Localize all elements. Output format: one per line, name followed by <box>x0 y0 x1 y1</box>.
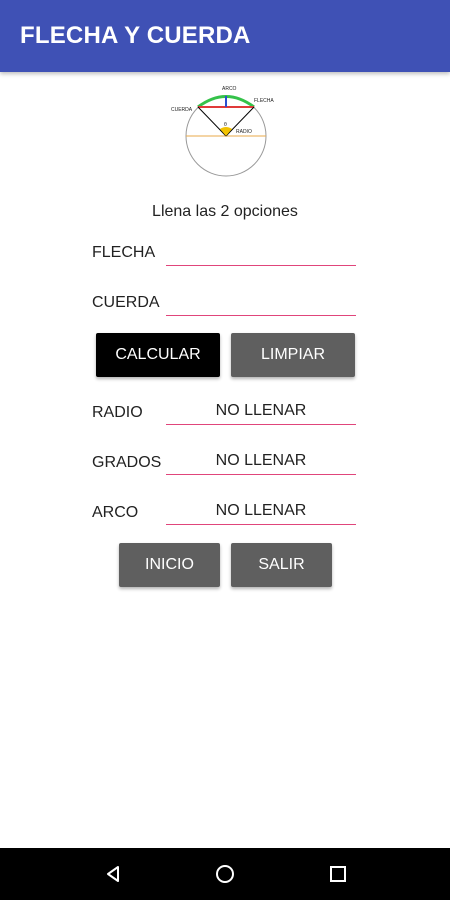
diagram-label-arco: ARCO <box>222 86 237 92</box>
limpiar-button[interactable]: LIMPIAR <box>231 333 355 377</box>
arc-chord-diagram: ARCO FLECHA CUERDA RADIO θ <box>171 86 274 177</box>
instruction-text: Llena las 2 opciones <box>152 203 298 220</box>
diagram-label-radio: RADIO <box>236 129 252 135</box>
cuerda-label: CUERDA <box>92 294 160 311</box>
salir-button[interactable]: SALIR <box>231 543 332 587</box>
cuerda-input[interactable] <box>166 289 356 316</box>
inicio-button[interactable]: INICIO <box>119 543 220 587</box>
arco-label: ARCO <box>92 504 139 521</box>
flecha-input[interactable] <box>166 239 356 266</box>
app-bar: FLECHA Y CUERDA <box>0 0 450 72</box>
radio-input[interactable] <box>166 398 356 425</box>
back-icon[interactable] <box>97 858 129 890</box>
flecha-label: FLECHA <box>92 244 156 261</box>
grados-label: GRADOS <box>92 454 162 471</box>
calcular-button[interactable]: CALCULAR <box>96 333 220 377</box>
recents-icon[interactable] <box>322 858 354 890</box>
diagram-label-angle: θ <box>224 122 227 128</box>
radio-label: RADIO <box>92 404 143 421</box>
diagram-label-flecha: FLECHA <box>254 98 274 104</box>
navigation-bar <box>0 848 450 900</box>
grados-input[interactable] <box>166 448 356 475</box>
app-title: FLECHA Y CUERDA <box>20 22 251 49</box>
arco-input[interactable] <box>166 498 356 525</box>
diagram-label-cuerda: CUERDA <box>171 107 193 113</box>
home-icon[interactable] <box>209 858 241 890</box>
